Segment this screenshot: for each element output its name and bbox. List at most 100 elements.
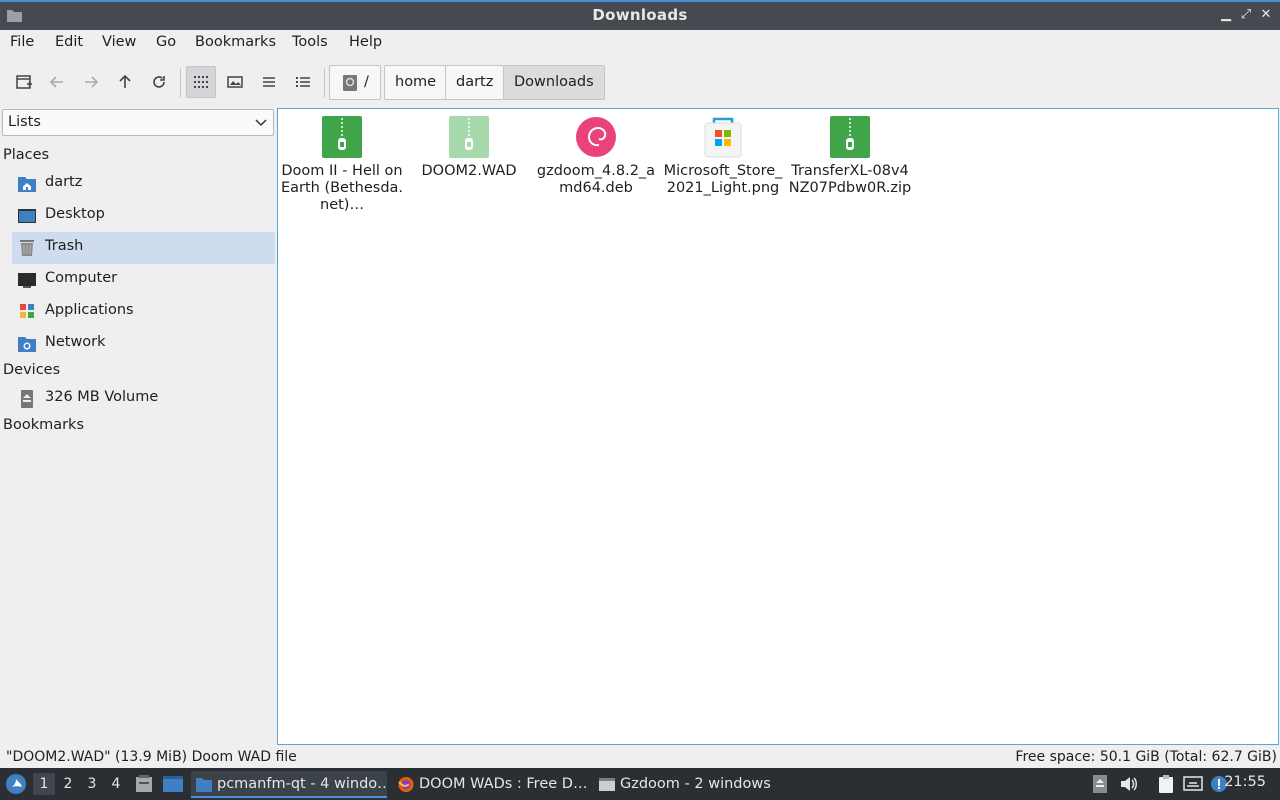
breadcrumb-root[interactable]: /	[329, 65, 381, 100]
file-item[interactable]: gzdoom_4.8.2_amd64.deb	[533, 115, 659, 197]
window-title: Downloads	[592, 6, 688, 24]
archive-icon	[448, 115, 490, 159]
compact-view-icon	[263, 77, 275, 87]
desktop-2-button[interactable]: 2	[57, 773, 79, 795]
new-tab-button[interactable]	[9, 66, 39, 98]
taskbar: 1 2 3 4 pcmanfm-qt - 4 windo… DOOM WADs …	[0, 768, 1280, 800]
up-button[interactable]	[110, 66, 140, 98]
sidebar-item-trash[interactable]: Trash	[12, 232, 275, 264]
status-selection: "DOOM2.WAD" (13.9 MiB) Doom WAD file	[6, 749, 297, 765]
archive-icon	[829, 115, 871, 159]
show-desktop-icon[interactable]	[162, 774, 184, 794]
thumbnail-view-icon	[227, 76, 243, 88]
sidebar-item-label: Desktop	[45, 206, 105, 222]
task-firefox[interactable]: DOOM WADs : Free D…	[393, 771, 589, 798]
new-tab-icon	[16, 75, 32, 89]
sidebar-item-volume[interactable]: 326 MB Volume	[12, 383, 275, 415]
sidebar-item-desktop[interactable]: Desktop	[12, 200, 275, 232]
sidebar-mode-select[interactable]: Lists	[2, 109, 274, 136]
reload-button[interactable]	[144, 66, 174, 98]
sidebar-item-applications[interactable]: Applications	[12, 296, 275, 328]
drive-icon	[343, 75, 357, 91]
file-item[interactable]: Microsoft_Store_2021_Light.png	[660, 115, 786, 197]
menu-go[interactable]: Go	[154, 34, 178, 50]
forward-icon	[85, 76, 99, 88]
home-folder-icon	[18, 177, 36, 192]
close-icon[interactable]: ✕	[1258, 7, 1274, 23]
back-button[interactable]	[42, 66, 72, 98]
file-item[interactable]: TransferXL-08v4NZ07Pdbw0R.zip	[787, 115, 913, 197]
devices-header: Devices	[3, 362, 61, 378]
file-name: TransferXL-08v4NZ07Pdbw0R.zip	[788, 163, 912, 196]
title-bar: Downloads ▁ ⤢ ✕	[0, 0, 1280, 30]
menu-help[interactable]: Help	[347, 34, 384, 50]
desktop-1-button[interactable]: 1	[33, 773, 55, 795]
sidebar-item-label: 326 MB Volume	[45, 389, 159, 405]
icon-view-icon	[194, 76, 208, 88]
toolbar-separator	[180, 68, 181, 98]
menu-tools[interactable]: Tools	[290, 34, 330, 50]
menu-bar: File Edit View Go Bookmarks Tools Help	[0, 30, 1280, 56]
network-status-icon[interactable]	[1183, 774, 1203, 794]
task-gzdoom[interactable]: Gzdoom - 2 windows	[594, 771, 790, 798]
firefox-icon	[398, 776, 414, 793]
breadcrumb-root-label: /	[364, 74, 369, 90]
eject-icon[interactable]	[1090, 774, 1110, 794]
sidebar-item-dartz[interactable]: dartz	[12, 168, 275, 200]
clipboard-icon[interactable]	[1156, 774, 1176, 794]
desktop-3-button[interactable]: 3	[81, 773, 103, 795]
menu-file[interactable]: File	[8, 34, 36, 50]
file-item[interactable]: Doom II - Hell on Earth (Bethesda.net)…	[279, 115, 405, 214]
desktop-4-button[interactable]: 4	[105, 773, 127, 795]
desktop-icon	[18, 209, 36, 223]
sidebar-item-label: Applications	[45, 302, 134, 318]
computer-icon	[18, 273, 36, 288]
icon-view-button[interactable]	[186, 66, 216, 98]
file-view[interactable]: Doom II - Hell on Earth (Bethesda.net)… …	[277, 108, 1279, 745]
places-header: Places	[3, 147, 50, 163]
start-menu-icon[interactable]	[5, 773, 27, 795]
volume-icon[interactable]	[1118, 774, 1138, 794]
sidebar-item-label: Computer	[45, 270, 118, 286]
sidebar-item-network[interactable]: Network	[12, 328, 275, 360]
reload-icon	[153, 76, 165, 88]
task-label: DOOM WADs : Free D…	[419, 776, 588, 792]
detailed-list-button[interactable]	[288, 66, 318, 98]
task-pcmanfm[interactable]: pcmanfm-qt - 4 windo…	[191, 771, 387, 798]
task-label: Gzdoom - 2 windows	[620, 776, 771, 792]
file-name: Doom II - Hell on Earth (Bethesda.net)…	[280, 163, 404, 213]
folder-icon	[196, 778, 212, 792]
microsoft-store-icon	[702, 115, 744, 159]
trash-icon	[20, 240, 34, 256]
menu-view[interactable]: View	[100, 34, 138, 50]
network-icon	[18, 337, 36, 352]
file-manager-launcher-icon[interactable]	[134, 774, 154, 794]
compact-view-button[interactable]	[254, 66, 284, 98]
file-name: gzdoom_4.8.2_amd64.deb	[536, 163, 656, 196]
menu-edit[interactable]: Edit	[53, 34, 85, 50]
sidebar-item-label: dartz	[45, 174, 83, 190]
thumbnail-view-button[interactable]	[220, 66, 250, 98]
file-name: Microsoft_Store_2021_Light.png	[663, 163, 783, 196]
breadcrumb-dartz[interactable]: dartz	[445, 65, 505, 100]
sidebar-mode-value: Lists	[8, 114, 41, 130]
restore-icon[interactable]: ⤢	[1238, 7, 1254, 23]
file-item-selected[interactable]: DOOM2.WAD	[406, 115, 532, 180]
task-label: pcmanfm-qt - 4 windo…	[217, 776, 387, 792]
clock[interactable]: 21:55	[1224, 774, 1266, 790]
bookmarks-header[interactable]: Bookmarks	[3, 417, 84, 433]
forward-button[interactable]	[76, 66, 106, 98]
chevron-down-icon	[255, 119, 267, 127]
sidebar-item-label: Trash	[45, 238, 84, 254]
breadcrumb-home[interactable]: home	[384, 65, 448, 100]
debian-package-icon	[575, 115, 617, 159]
toolbar: / home dartz Downloads	[0, 56, 1280, 106]
menu-bookmarks[interactable]: Bookmarks	[193, 34, 278, 50]
breadcrumb-downloads[interactable]: Downloads	[503, 65, 605, 100]
back-icon	[49, 76, 63, 88]
archive-icon	[321, 115, 363, 159]
minimize-icon[interactable]: ▁	[1218, 7, 1234, 23]
sidebar-item-computer[interactable]: Computer	[12, 264, 275, 296]
applications-icon	[20, 304, 34, 318]
up-icon	[119, 74, 131, 88]
